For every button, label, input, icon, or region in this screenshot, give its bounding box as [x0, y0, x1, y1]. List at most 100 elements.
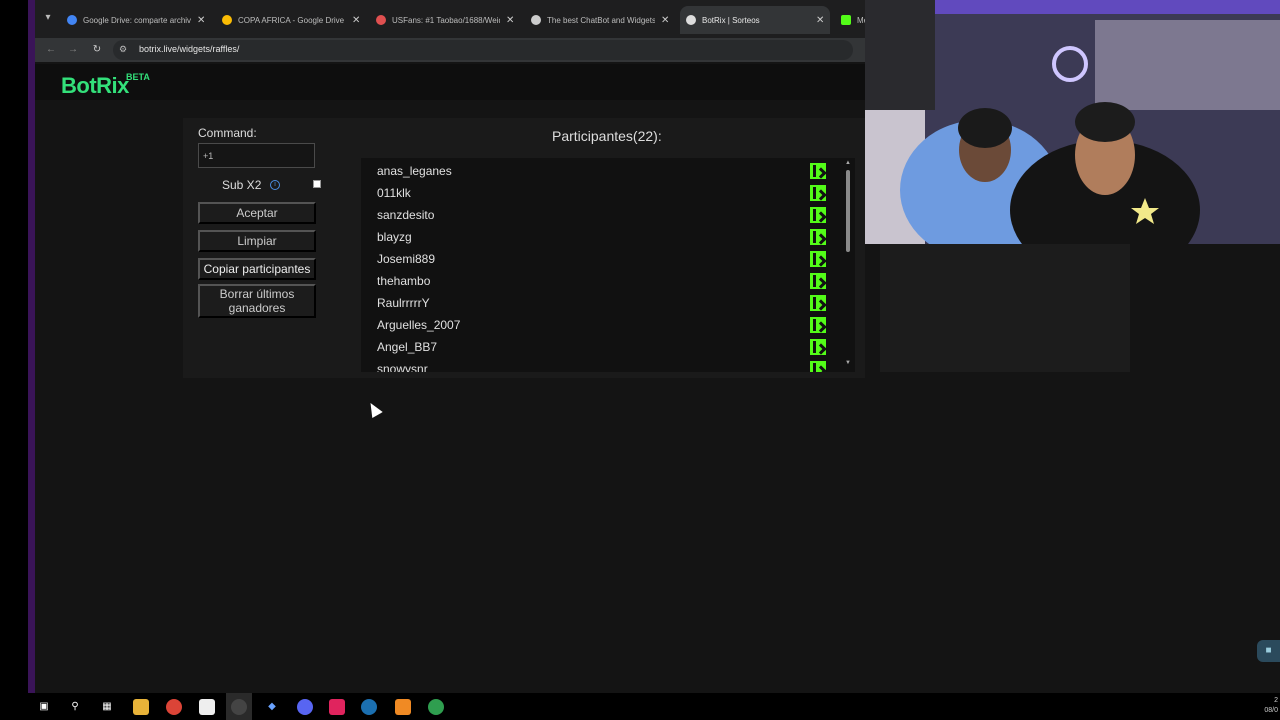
kick-icon [810, 295, 826, 311]
clock-time: 2 [1274, 697, 1278, 704]
participant-name: thehambo [377, 274, 431, 288]
obs-icon[interactable] [231, 699, 247, 715]
botrix-favicon-icon [531, 15, 541, 25]
command-input[interactable] [198, 143, 315, 168]
participants-title: Participantes(22): [552, 128, 662, 144]
kick-icon [810, 317, 826, 333]
kick-icon [810, 185, 826, 201]
file-explorer-icon[interactable] [133, 699, 149, 715]
tab-copa-africa[interactable]: COPA AFRICA - Google Drive ✕ [216, 6, 370, 34]
browser-toolbar: ← → ↻ ⚙ botrix.live/widgets/raffles/ [35, 38, 865, 62]
participant-name: Josemi889 [377, 252, 436, 266]
back-arrow-icon[interactable]: ← [43, 42, 59, 58]
list-item: sanzdesito [361, 204, 831, 226]
browser-tab-bar: ▾ Google Drive: comparte archivos ✕ COPA… [35, 0, 868, 38]
sub-x2-checkbox[interactable] [313, 180, 321, 188]
reload-icon[interactable]: ↻ [89, 42, 105, 58]
windows-start-icon[interactable]: ▣ [36, 699, 52, 715]
steam-icon[interactable] [361, 699, 377, 715]
list-item: thehambo [361, 270, 831, 292]
webcam-scene [865, 0, 1280, 244]
kick-favicon-icon [841, 15, 851, 25]
google-drive-favicon-icon [222, 15, 232, 25]
participant-name: blayzg [377, 230, 412, 244]
sub-x2-label: Sub X2 [222, 178, 262, 192]
search-icon[interactable]: ⚲ [67, 699, 83, 715]
tab-google-drive[interactable]: Google Drive: comparte archivos ✕ [61, 6, 215, 34]
list-item: anas_leganes [361, 160, 831, 182]
url-text: botrix.live/widgets/raffles/ [139, 44, 240, 54]
copy-participants-button[interactable]: Copiar participantes [198, 258, 316, 280]
close-icon[interactable]: ✕ [506, 15, 514, 26]
tiktok-live-icon[interactable] [329, 699, 345, 715]
info-icon[interactable]: i [270, 180, 280, 190]
tab-botrix-sorteos[interactable]: BotRix | Sorteos ✕ [680, 6, 830, 34]
tab-usfans[interactable]: USFans: #1 Taobao/1688/Weidian ✕ [370, 6, 524, 34]
close-icon[interactable]: ✕ [352, 15, 360, 26]
close-icon[interactable]: ✕ [661, 15, 669, 26]
page-content: BotRix BETA Command: Sub X2 i Aceptar Li… [35, 62, 868, 693]
list-item: blayzg [361, 226, 831, 248]
participant-name: RaulrrrrrY [377, 296, 430, 310]
tab-title: The best ChatBot and Widgets [547, 15, 655, 25]
tab-chatbot[interactable]: The best ChatBot and Widgets ✕ [525, 6, 679, 34]
participant-name: Arguelles_2007 [377, 318, 461, 332]
tab-title: BotRix | Sorteos [702, 15, 760, 25]
clock-date: 08/0 [1264, 707, 1278, 714]
scroll-up-arrow-icon[interactable]: ▲ [845, 160, 851, 166]
kick-icon [810, 207, 826, 223]
participants-list[interactable]: anas_leganes 011klk sanzdesito blayzg Jo… [361, 158, 855, 372]
task-view-icon[interactable]: ▦ [99, 699, 115, 715]
kick-icon [810, 339, 826, 355]
streamlabs-icon[interactable]: ◆ [264, 699, 280, 715]
delete-last-winners-button[interactable]: Borrar últimos ganadores [198, 284, 316, 318]
tab-title: COPA AFRICA - Google Drive [238, 15, 345, 25]
scroll-thumb[interactable] [846, 170, 850, 252]
participant-name: Angel_BB7 [377, 340, 438, 354]
list-item: snowysnr [361, 358, 831, 372]
accept-button[interactable]: Aceptar [198, 202, 316, 224]
tab-title: USFans: #1 Taobao/1688/Weidian [392, 15, 500, 25]
kick-icon [810, 361, 826, 372]
participant-name: 011klk [377, 186, 411, 200]
system-clock[interactable]: 2 08/0 [1264, 696, 1278, 716]
discord-icon[interactable] [297, 699, 313, 715]
beta-badge: BETA [126, 72, 150, 82]
kick-icon [810, 251, 826, 267]
chrome-icon[interactable] [166, 699, 182, 715]
tab-search-chevron-icon[interactable]: ▾ [41, 11, 55, 25]
participant-name: anas_leganes [377, 164, 452, 178]
tab-kick[interactable]: Me [835, 6, 868, 34]
scroll-down-arrow-icon[interactable]: ▼ [845, 360, 851, 366]
forward-arrow-icon[interactable]: → [65, 42, 81, 58]
botrix-logo[interactable]: BotRix [61, 73, 129, 99]
participant-name: sanzdesito [377, 208, 435, 222]
address-bar[interactable]: ⚙ botrix.live/widgets/raffles/ [113, 40, 853, 60]
site-info-icon[interactable]: ⚙ [119, 44, 127, 55]
chrome-profile-icon[interactable] [428, 699, 444, 715]
list-item: Angel_BB7 [361, 336, 831, 358]
list-item: Josemi889 [361, 248, 831, 270]
close-icon[interactable]: ✕ [816, 15, 824, 26]
floating-widget-icon[interactable]: ■ [1257, 640, 1280, 662]
list-scrollbar[interactable]: ▲ ▼ [843, 160, 853, 370]
command-label: Command: [198, 126, 257, 140]
notepad-icon[interactable] [199, 699, 215, 715]
webcam-overlay [865, 0, 1280, 244]
clear-button[interactable]: Limpiar [198, 230, 316, 252]
tab-title: Google Drive: comparte archivos [83, 15, 191, 25]
participant-name: snowysnr [377, 362, 428, 372]
taskbar: ▣ ⚲ ▦ ◆ 2 08/0 [0, 693, 1280, 720]
kick-icon [810, 163, 826, 179]
raffle-panel: Command: Sub X2 i Aceptar Limpiar Copiar… [183, 118, 868, 378]
empty-widget-panel [880, 244, 1130, 372]
left-margin [0, 0, 28, 693]
google-favicon-icon [67, 15, 77, 25]
list-item: RaulrrrrrY [361, 292, 831, 314]
kick-icon [810, 229, 826, 245]
page-header: BotRix BETA [35, 64, 865, 100]
app-icon[interactable] [395, 699, 411, 715]
close-icon[interactable]: ✕ [197, 15, 205, 26]
kick-icon [810, 273, 826, 289]
list-item: Arguelles_2007 [361, 314, 831, 336]
